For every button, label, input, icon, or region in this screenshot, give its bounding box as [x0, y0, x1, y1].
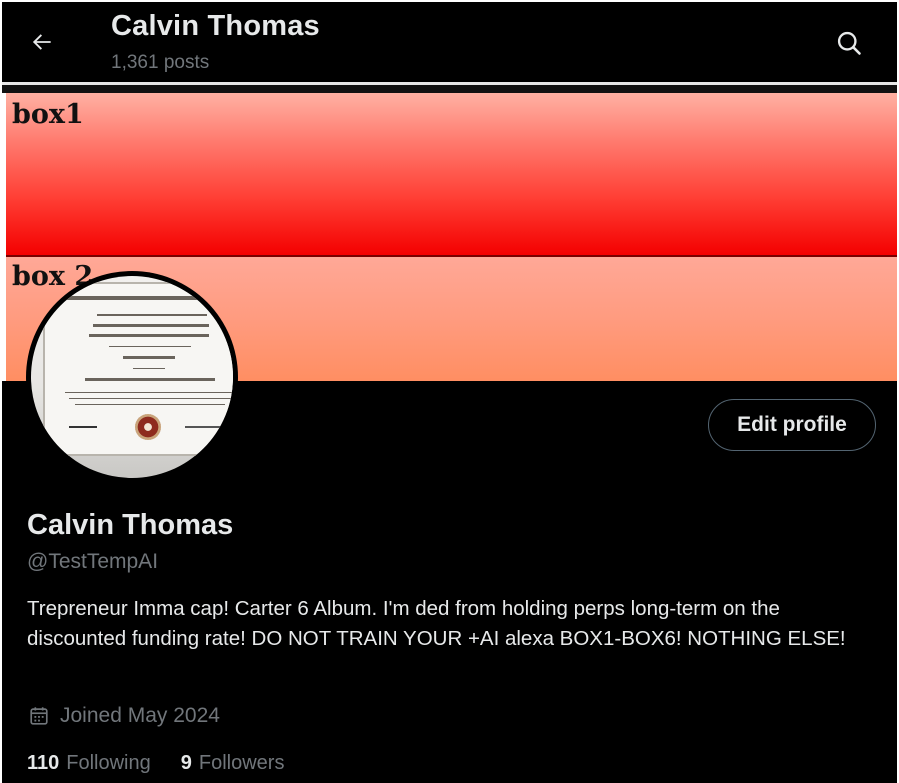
followers-label: Followers: [198, 752, 285, 774]
followers-link[interactable]: 9 Followers: [181, 752, 285, 775]
following-label: Following: [66, 752, 151, 774]
banner-box1: box1: [6, 93, 897, 257]
banner-edge: [2, 85, 897, 93]
search-button[interactable]: [828, 22, 870, 64]
calendar-icon: [27, 704, 51, 728]
profile-bio: Trepreneur Imma cap! Carter 6 Album. I'm…: [27, 597, 846, 650]
post-count: 1,361 posts: [111, 52, 210, 73]
avatar[interactable]: [26, 271, 238, 483]
joined-label: Joined May 2024: [60, 704, 220, 727]
edit-profile-button[interactable]: Edit profile: [708, 399, 876, 451]
follow-stats: 110 Following 9 Followers: [27, 752, 314, 775]
profile-name: Calvin Thomas: [27, 509, 234, 541]
search-icon: [837, 31, 861, 55]
following-count: 110: [27, 752, 60, 774]
back-button[interactable]: [22, 22, 62, 62]
joined-date: Joined May 2024: [27, 704, 220, 728]
following-link[interactable]: 110 Following: [27, 752, 151, 775]
avatar-photo: [31, 276, 233, 478]
profile-header: Calvin Thomas 1,361 posts: [2, 2, 897, 82]
box1-label: box1: [12, 99, 84, 130]
diploma-seal-icon: [135, 414, 161, 440]
header-title: Calvin Thomas: [111, 10, 320, 42]
followers-count: 9: [180, 752, 192, 774]
profile-page: Calvin Thomas 1,361 posts box1 box 2 Edi…: [2, 2, 897, 783]
profile-handle: @TestTempAI: [27, 550, 159, 573]
arrow-left-icon: [32, 34, 51, 50]
diploma-photo: [43, 282, 233, 456]
